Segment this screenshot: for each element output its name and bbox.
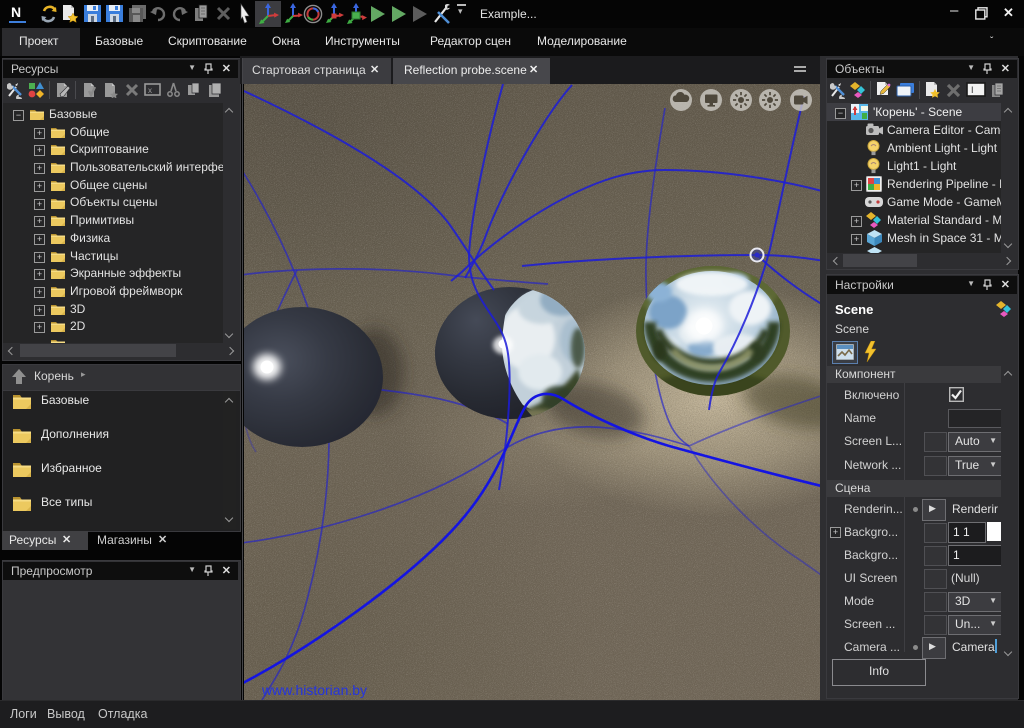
svg-text:x: x (148, 86, 152, 95)
svg-text:I: I (971, 85, 974, 95)
svg-text:www.historian.by: www.historian.by (261, 682, 367, 698)
